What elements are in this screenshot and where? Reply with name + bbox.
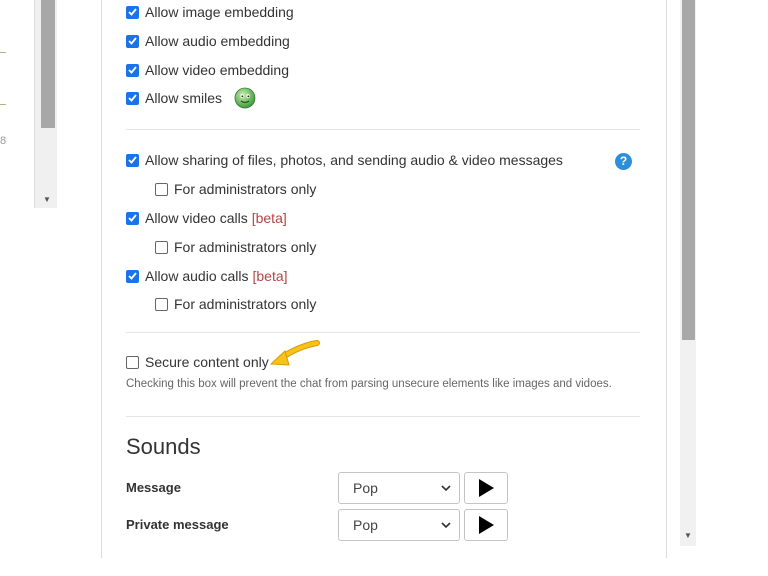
chevron-down-icon <box>441 519 451 531</box>
background-line <box>0 104 6 105</box>
setting-allow-video-embedding[interactable]: Allow video embedding <box>126 62 289 78</box>
separator <box>126 129 640 130</box>
background-glyph: 8 <box>0 135 7 147</box>
beta-tag: [beta] <box>252 268 288 284</box>
smiley-icon <box>234 87 256 109</box>
setting-allow-audio-embedding[interactable]: Allow audio embedding <box>126 33 290 49</box>
annotation-arrow-icon <box>269 340 320 366</box>
setting-allow-video-calls[interactable]: Allow video calls [beta] <box>126 210 287 226</box>
setting-label: Allow sharing of files, photos, and send… <box>145 152 563 168</box>
secure-content-note: Checking this box will prevent the chat … <box>126 378 612 390</box>
sound-label-private-message: Private message <box>126 517 229 532</box>
checkbox-checked[interactable] <box>126 63 139 77</box>
checkbox-unchecked[interactable] <box>155 182 168 196</box>
setting-label: Allow image embedding <box>145 4 294 20</box>
play-message-sound-button[interactable] <box>464 472 508 504</box>
sounds-heading: Sounds <box>126 434 201 459</box>
setting-allow-smiles[interactable]: Allow smiles <box>126 87 256 109</box>
setting-label: Allow video embedding <box>145 62 289 78</box>
scrollbar-thumb[interactable] <box>682 0 695 340</box>
background-line <box>0 52 6 53</box>
message-sound-select[interactable]: Pop <box>338 472 460 504</box>
checkbox-checked[interactable] <box>126 91 139 105</box>
select-value: Pop <box>353 517 378 533</box>
background-scroll-down-icon[interactable]: ▼ <box>43 196 51 204</box>
beta-tag: [beta] <box>251 210 287 226</box>
setting-label: Allow video calls <box>145 210 248 226</box>
checkbox-checked[interactable] <box>126 211 139 225</box>
help-icon[interactable]: ? <box>615 153 632 170</box>
setting-allow-audio-calls[interactable]: Allow audio calls [beta] <box>126 268 288 284</box>
setting-label: For administrators only <box>174 181 317 197</box>
background-window-fragment: 8 ▼ <box>0 0 60 210</box>
play-icon <box>479 516 494 534</box>
play-private-message-sound-button[interactable] <box>464 509 508 541</box>
checkbox-checked[interactable] <box>126 5 139 19</box>
setting-label: Allow smiles <box>145 90 223 106</box>
setting-secure-content-only[interactable]: Secure content only <box>126 354 269 370</box>
setting-audio-calls-admin-only[interactable]: For administrators only <box>155 296 316 312</box>
setting-sharing-admin-only[interactable]: For administrators only <box>155 181 316 197</box>
checkbox-checked[interactable] <box>126 34 139 48</box>
separator <box>126 332 640 333</box>
setting-label: For administrators only <box>174 296 317 312</box>
checkbox-checked[interactable] <box>126 269 139 283</box>
background-scrollbar-thumb[interactable] <box>41 0 55 128</box>
separator <box>126 416 640 417</box>
checkbox-unchecked[interactable] <box>155 297 168 311</box>
setting-allow-image-embedding[interactable]: Allow image embedding <box>126 4 294 20</box>
setting-label: Allow audio embedding <box>145 33 290 49</box>
checkbox-checked[interactable] <box>126 153 139 167</box>
select-value: Pop <box>353 480 378 496</box>
chevron-down-icon <box>441 482 451 494</box>
checkbox-unchecked[interactable] <box>155 240 168 254</box>
setting-label: Allow audio calls <box>145 268 249 284</box>
checkbox-unchecked[interactable] <box>126 355 139 369</box>
sound-label-message: Message <box>126 480 181 495</box>
setting-video-calls-admin-only[interactable]: For administrators only <box>155 239 316 255</box>
setting-allow-sharing[interactable]: Allow sharing of files, photos, and send… <box>126 152 563 168</box>
scroll-down-icon[interactable]: ▼ <box>684 532 692 540</box>
play-icon <box>479 479 494 497</box>
setting-label: Secure content only <box>145 354 269 370</box>
settings-panel: Allow image embedding Allow audio embedd… <box>101 0 667 558</box>
setting-label: For administrators only <box>174 239 317 255</box>
private-message-sound-select[interactable]: Pop <box>338 509 460 541</box>
